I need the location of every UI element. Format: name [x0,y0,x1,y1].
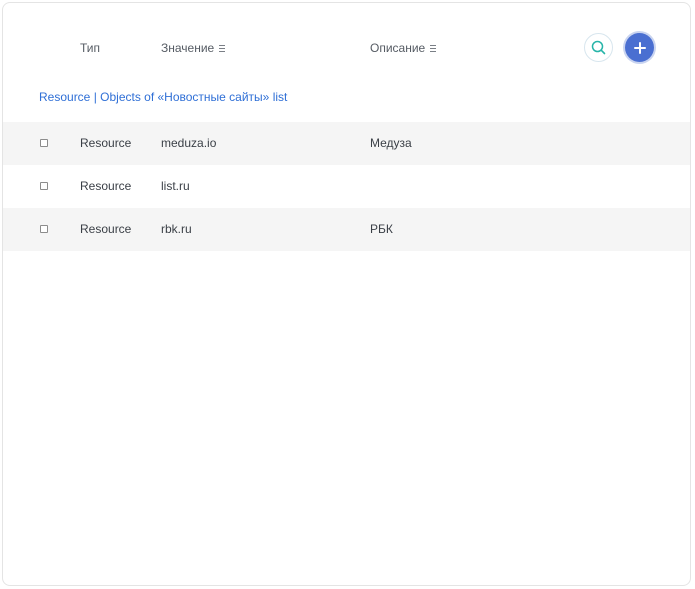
add-object-button[interactable] [625,33,654,62]
cell-description: Медуза [370,136,412,150]
cell-description: РБК [370,222,393,236]
row-checkbox[interactable] [40,225,48,233]
cell-type: Resource [80,222,132,236]
table-row[interactable]: Resource rbk.ru РБК [3,208,690,251]
column-header-type-label: Тип [80,41,101,55]
row-checkbox[interactable] [40,182,48,190]
breadcrumb[interactable]: Resource | Objects of «Новостные сайты» … [39,90,287,104]
objects-table: Resource meduza.io Медуза Resource list.… [3,122,690,251]
column-header-value[interactable]: Значение [161,41,226,55]
column-header-value-label: Значение [161,41,215,55]
table-row[interactable]: Resource meduza.io Медуза [3,122,690,165]
cell-value: rbk.ru [161,222,192,236]
cell-type: Resource [80,179,132,193]
objects-list-card: Тип Значение Описание Resource | Objects… [2,2,691,586]
column-header-description[interactable]: Описание [370,41,437,55]
search-icon [591,40,606,55]
search-button[interactable] [584,33,613,62]
table-header: Тип Значение Описание [3,3,690,95]
cell-type: Resource [80,136,132,150]
sort-icon[interactable] [430,44,437,53]
column-header-description-label: Описание [370,41,426,55]
column-header-type[interactable]: Тип [80,41,100,55]
cell-value: list.ru [161,179,190,193]
plus-icon [633,41,646,54]
sort-icon[interactable] [219,44,226,53]
row-checkbox[interactable] [40,139,48,147]
cell-value: meduza.io [161,136,217,150]
table-row[interactable]: Resource list.ru [3,165,690,208]
